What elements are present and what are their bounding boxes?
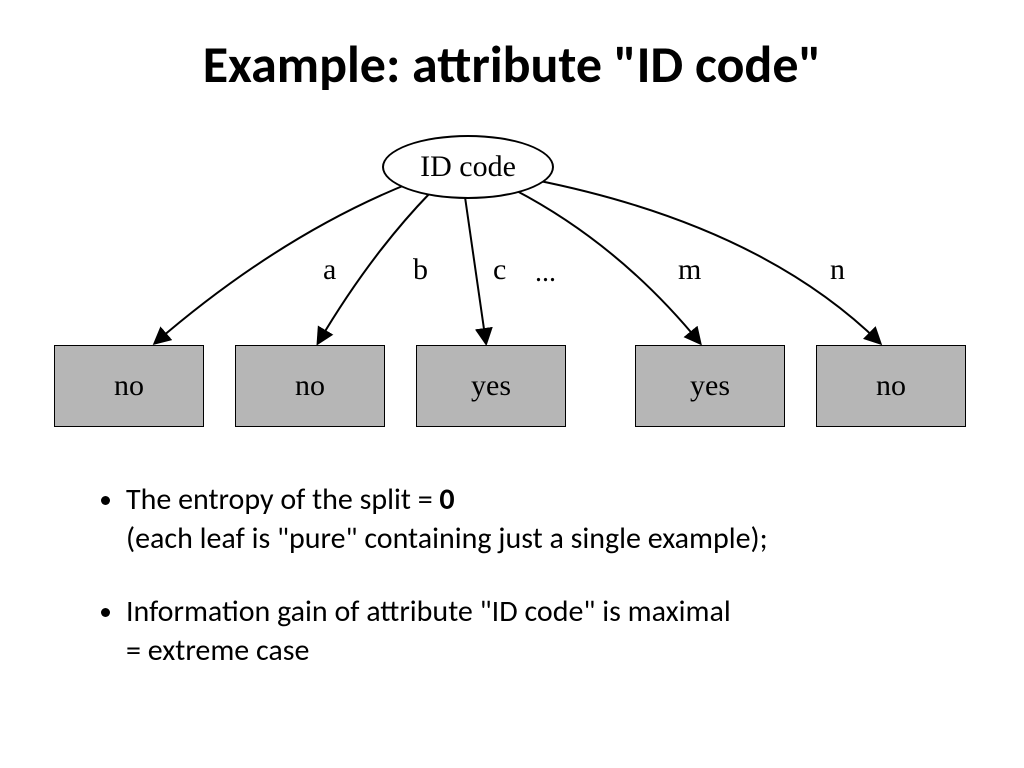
branch-label-n: n	[830, 253, 845, 287]
leaf-node: no	[235, 345, 385, 427]
leaf-node: no	[816, 345, 966, 427]
bullet-text: The entropy of the split =	[126, 481, 439, 518]
leaf-label: no	[295, 369, 325, 403]
bullet-text: = extreme case	[126, 632, 309, 669]
bullet-list: The entropy of the split = 0 (each leaf …	[98, 480, 918, 704]
bullet-text: (each leaf is "pure" containing just a s…	[126, 520, 768, 557]
slide-title: Example: attribute "ID code"	[0, 32, 1024, 96]
bullet-bold: 0	[439, 481, 454, 518]
root-label: ID code	[420, 150, 516, 184]
branch-label-a: a	[323, 253, 336, 287]
leaf-node: no	[54, 345, 204, 427]
tree-diagram: ID code a b c ... m n no no yes yes no	[0, 125, 1024, 445]
branch-ellipsis: ...	[535, 257, 556, 289]
leaf-node: yes	[635, 345, 785, 427]
root-node: ID code	[382, 135, 554, 199]
branch-label-b: b	[413, 253, 428, 287]
leaf-label: yes	[471, 369, 511, 403]
branch-label-m: m	[678, 253, 701, 287]
bullet-item: The entropy of the split = 0 (each leaf …	[126, 480, 918, 558]
slide: Example: attribute "ID code" ID code a b…	[0, 0, 1024, 768]
bullet-text: Information gain of attribute "ID code" …	[126, 593, 731, 630]
branch-label-c: c	[493, 253, 506, 287]
leaf-node: yes	[416, 345, 566, 427]
bullet-item: Information gain of attribute "ID code" …	[126, 592, 918, 670]
leaf-label: no	[114, 369, 144, 403]
leaf-label: no	[876, 369, 906, 403]
leaf-label: yes	[690, 369, 730, 403]
